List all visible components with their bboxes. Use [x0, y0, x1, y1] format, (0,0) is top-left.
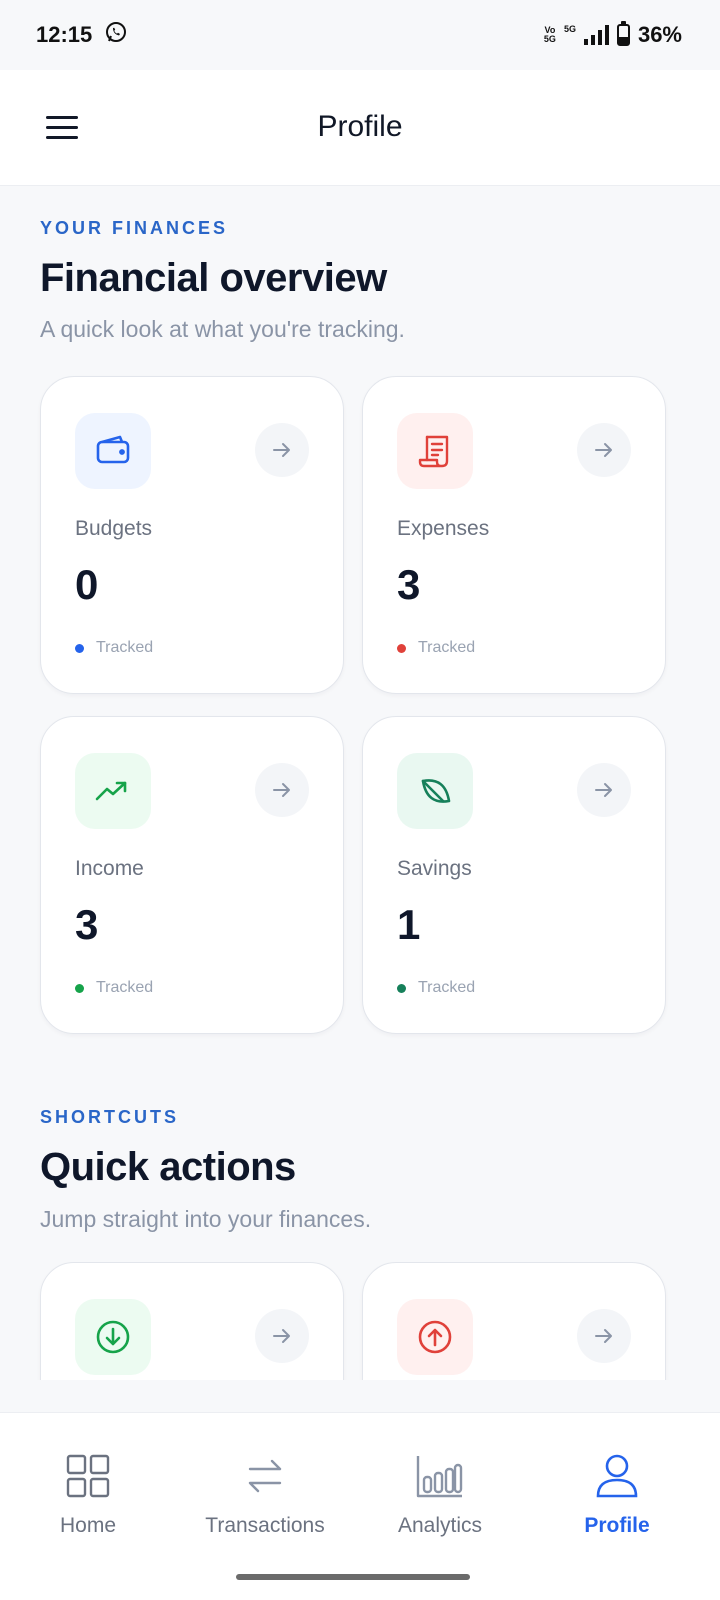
- whatsapp-icon: [104, 20, 128, 50]
- leaf-icon: [397, 753, 473, 829]
- shortcuts-title: Quick actions: [40, 1145, 296, 1189]
- bar-chart-icon: [415, 1453, 465, 1504]
- income-card[interactable]: Income 3 Tracked: [40, 716, 344, 1034]
- status-bar: 12:15 Vo 5G 5G 36%: [0, 0, 720, 70]
- finances-title: Financial overview: [40, 256, 387, 300]
- card-status: Tracked: [397, 639, 475, 657]
- status-time: 12:15: [36, 22, 93, 47]
- signal-icon: [583, 25, 609, 45]
- card-value: 1: [397, 901, 421, 948]
- card-value: 0: [75, 561, 99, 608]
- status-dot: [397, 643, 406, 653]
- card-value: 3: [397, 561, 421, 608]
- card-status: Tracked: [75, 979, 153, 997]
- status-left: 12:15: [36, 20, 128, 50]
- arrow-right-icon[interactable]: [577, 1309, 631, 1363]
- swap-arrows-icon: [242, 1453, 288, 1504]
- grid-icon: [65, 1453, 111, 1504]
- battery-percent: 36%: [637, 22, 682, 47]
- shortcuts-eyebrow: SHORTCUTS: [40, 1107, 179, 1127]
- arrow-up-circle-icon: [397, 1299, 473, 1375]
- arrow-right-icon[interactable]: [255, 1309, 309, 1363]
- card-value: 3: [75, 901, 99, 948]
- status-right: Vo 5G 5G 36%: [543, 21, 682, 48]
- quick-action-card-income[interactable]: [40, 1262, 344, 1380]
- home-indicator: [236, 1574, 470, 1580]
- trending-up-icon: [75, 753, 151, 829]
- network-type: 5G: [563, 24, 576, 34]
- nav-label: Analytics: [397, 1514, 483, 1537]
- app-header: Profile: [0, 70, 720, 186]
- status-dot: [75, 983, 84, 993]
- finances-subtitle: A quick look at what you're tracking.: [40, 316, 405, 342]
- card-status: Tracked: [75, 639, 153, 657]
- nav-analytics[interactable]: Analytics: [350, 1453, 530, 1538]
- arrow-right-icon[interactable]: [255, 763, 309, 817]
- receipt-icon: [397, 413, 473, 489]
- card-label: Savings: [397, 857, 472, 880]
- page-title: Profile: [317, 110, 403, 143]
- battery-icon: [616, 21, 630, 46]
- card-label: Income: [75, 857, 144, 880]
- arrow-right-icon[interactable]: [577, 763, 631, 817]
- user-icon: [594, 1453, 640, 1504]
- expenses-card[interactable]: Expenses 3 Tracked: [362, 376, 666, 694]
- savings-card[interactable]: Savings 1 Tracked: [362, 716, 666, 1034]
- arrow-right-icon[interactable]: [577, 423, 631, 477]
- bottom-navigation: Home Transactions Analytics Profile: [0, 1412, 720, 1600]
- status-dot: [397, 983, 406, 993]
- volte-indicator: Vo 5G: [543, 25, 556, 44]
- status-dot: [75, 643, 84, 653]
- nav-transactions[interactable]: Transactions: [175, 1453, 355, 1538]
- wallet-icon: [75, 413, 151, 489]
- arrow-down-circle-icon: [75, 1299, 151, 1375]
- arrow-right-icon[interactable]: [255, 423, 309, 477]
- card-status: Tracked: [397, 979, 475, 997]
- card-label: Budgets: [75, 517, 153, 540]
- nav-home[interactable]: Home: [0, 1453, 178, 1538]
- nav-profile[interactable]: Profile: [527, 1453, 707, 1538]
- finances-eyebrow: YOUR FINANCES: [40, 218, 229, 238]
- budgets-card[interactable]: Budgets 0 Tracked: [40, 376, 344, 694]
- shortcuts-subtitle: Jump straight into your finances.: [40, 1206, 372, 1232]
- nav-label: Profile: [584, 1514, 650, 1537]
- quick-actions-grid: [0, 1262, 720, 1380]
- quick-action-card-expense[interactable]: [362, 1262, 666, 1380]
- nav-label: Home: [59, 1514, 117, 1537]
- card-label: Expenses: [397, 517, 490, 540]
- nav-label: Transactions: [205, 1514, 325, 1537]
